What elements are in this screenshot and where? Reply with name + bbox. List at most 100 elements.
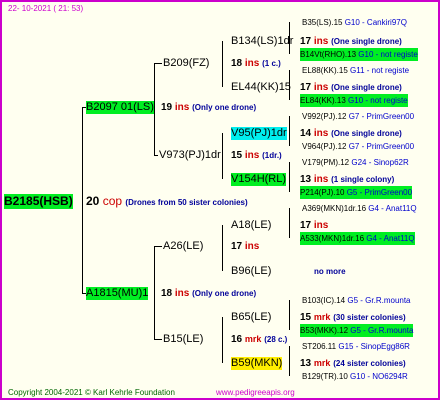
- g2-note: (1dr.): [262, 151, 282, 160]
- g2-note: (1 c.): [262, 59, 281, 68]
- g4-entry[interactable]: EL88(KK).15 G11 - not registe: [302, 64, 409, 77]
- g3-count: 14: [300, 128, 312, 139]
- g4-entry[interactable]: V964(PJ).12 G7 - PrimGreen00: [302, 140, 414, 153]
- g3-queen[interactable]: B65(LE): [231, 311, 271, 324]
- g4-entry[interactable]: V179(PM).12 G24 - Sinop62R: [302, 156, 409, 169]
- g2-queen[interactable]: A26(LE): [163, 240, 203, 253]
- connector: [154, 63, 155, 155]
- g4-entry[interactable]: EL84(KK).13 G10 - not registe: [300, 94, 408, 107]
- g4-name: B129(TR).10: [302, 372, 348, 381]
- g4-code: G10 - not registe: [348, 96, 408, 105]
- g4-code: G15 - SinopEgg86R: [338, 342, 410, 351]
- g2-queen[interactable]: B209(FZ): [163, 57, 209, 70]
- g3-note: (One single drone): [331, 129, 402, 138]
- connector: [222, 317, 223, 363]
- connector: [289, 208, 290, 238]
- g4-name: B53(MKK).12: [300, 326, 349, 335]
- g4-code: G4 - Anat11Q: [368, 204, 417, 213]
- g4-code: G10 - Cankiri97Q: [344, 18, 407, 27]
- copyright-text: Copyright 2004-2021 © Karl Kehrle Founda…: [8, 388, 175, 397]
- connector: [154, 246, 155, 339]
- g4-code: G10 - not registe: [358, 50, 418, 59]
- g4-code: G10 - NO6294R: [350, 372, 408, 381]
- g4-entry[interactable]: B35(LS).15 G10 - Cankiri97Q: [302, 16, 407, 29]
- g4-entry[interactable]: P214(PJ).10 G5 - PrimGreen00: [300, 186, 413, 199]
- sire-queen[interactable]: B2097 01(LS): [86, 101, 154, 114]
- g3-note: (1 single colony): [331, 175, 395, 184]
- connector: [154, 155, 158, 156]
- g4-entry[interactable]: B129(TR).10 G10 - NO6294R: [302, 370, 408, 383]
- g2-drone-info: 18 ins (1 c.): [231, 57, 281, 70]
- connector: [222, 225, 223, 271]
- connector: [289, 300, 290, 330]
- g2-drone-info: 15 ins (1dr.): [231, 149, 282, 162]
- connector: [222, 133, 223, 179]
- g2-unit: ins: [244, 150, 260, 161]
- root-queen[interactable]: B2185(HSB): [4, 194, 73, 209]
- g2-unit: ins: [244, 58, 260, 69]
- connector: [289, 116, 290, 146]
- sire-drone-info: 19 ins (Only one drone): [161, 101, 256, 114]
- g3-unit: ins: [313, 220, 329, 231]
- g3-queen[interactable]: B134(LS)1dr: [231, 35, 293, 48]
- g4-entry[interactable]: A369(MKN)1dr.16 G4 - Anat11Q: [302, 202, 417, 215]
- g3-note: (One single drone): [331, 83, 402, 92]
- g3-unit: ins: [313, 82, 329, 93]
- g3-queen[interactable]: EL44(KK)15: [231, 81, 291, 94]
- g4-entry[interactable]: B103(IC).14 G5 - Gr.R.mounta: [302, 294, 411, 307]
- connector: [289, 162, 290, 192]
- connector: [154, 63, 162, 64]
- g3-count: 13: [300, 358, 312, 369]
- g3-note: (One single drone): [331, 37, 402, 46]
- dam-unit: ins: [174, 288, 190, 299]
- g3-drone-info: 13 ins (1 single colony): [300, 173, 394, 186]
- g4-code: G7 - PrimGreen00: [348, 142, 415, 151]
- sire-count: 19: [161, 102, 173, 113]
- g3-queen[interactable]: A18(LE): [231, 219, 271, 232]
- root-count: 20: [86, 194, 100, 208]
- g3-note: (24 sister colonies): [333, 359, 406, 368]
- g3-queen[interactable]: B96(LE): [231, 265, 271, 278]
- g4-entry[interactable]: ST206.11 G15 - SinopEgg86R: [302, 340, 410, 353]
- g2-queen[interactable]: V973(PJ)1dr: [159, 149, 221, 162]
- g4-name: P214(PJ).10: [300, 188, 345, 197]
- g3-queen[interactable]: V95(PJ)1dr: [231, 127, 287, 140]
- g3-unit: mrk: [313, 358, 331, 368]
- g3-unit: ins: [313, 128, 329, 139]
- connector: [154, 339, 162, 340]
- g2-drone-info: 16 mrk (28 c.): [231, 333, 287, 346]
- g4-code: G4 - Anat11Q: [366, 234, 415, 243]
- g3-drone-info: no more: [300, 265, 346, 278]
- g4-name: B103(IC).14: [302, 296, 346, 305]
- g4-entry[interactable]: B53(MKK).12 G5 - Gr.R.mounta: [300, 324, 414, 337]
- g3-count: 17: [300, 220, 312, 231]
- g4-name: A533(MKN)1dr.16: [300, 234, 365, 243]
- g3-drone-info: 15 mrk (30 sister colonies): [300, 311, 406, 324]
- dam-queen[interactable]: A1815(MU)1: [86, 287, 149, 300]
- g3-drone-info: 17 ins (One single drone): [300, 35, 402, 48]
- g4-code: G11 - not registe: [350, 66, 410, 75]
- root-drone-info: 20 cop (Drones from 50 sister colonies): [86, 195, 248, 209]
- g3-count: 17: [300, 82, 312, 93]
- g4-entry[interactable]: B14Vt(RHO).13 G10 - not registe: [300, 48, 418, 61]
- g3-count: 13: [300, 174, 312, 185]
- g2-unit: ins: [244, 241, 260, 252]
- g3-unit: mrk: [313, 312, 331, 322]
- g4-entry[interactable]: A533(MKN)1dr.16 G4 - Anat11Q: [300, 232, 415, 245]
- g4-name: B14Vt(RHO).13: [300, 50, 357, 59]
- g3-unit: ins: [313, 36, 329, 47]
- dam-count: 18: [161, 288, 173, 299]
- g4-name: V179(PM).12: [302, 158, 350, 167]
- root-unit: cop: [102, 194, 123, 208]
- g3-note: (30 sister colonies): [333, 313, 406, 322]
- g2-count: 16: [231, 334, 243, 345]
- g2-queen[interactable]: B15(LE): [163, 333, 203, 346]
- website-link[interactable]: www.pedigreeapis.org: [216, 388, 295, 397]
- g3-queen[interactable]: V154H(RL): [231, 173, 287, 186]
- g4-code: G7 - PrimGreen00: [348, 112, 415, 121]
- g4-name: V992(PJ).12: [302, 112, 347, 121]
- date-header: 22- 10-2021 ( 21: 53): [8, 4, 84, 13]
- connector: [289, 346, 290, 376]
- g4-entry[interactable]: V992(PJ).12 G7 - PrimGreen00: [302, 110, 414, 123]
- g3-queen[interactable]: B59(MKN): [231, 357, 283, 370]
